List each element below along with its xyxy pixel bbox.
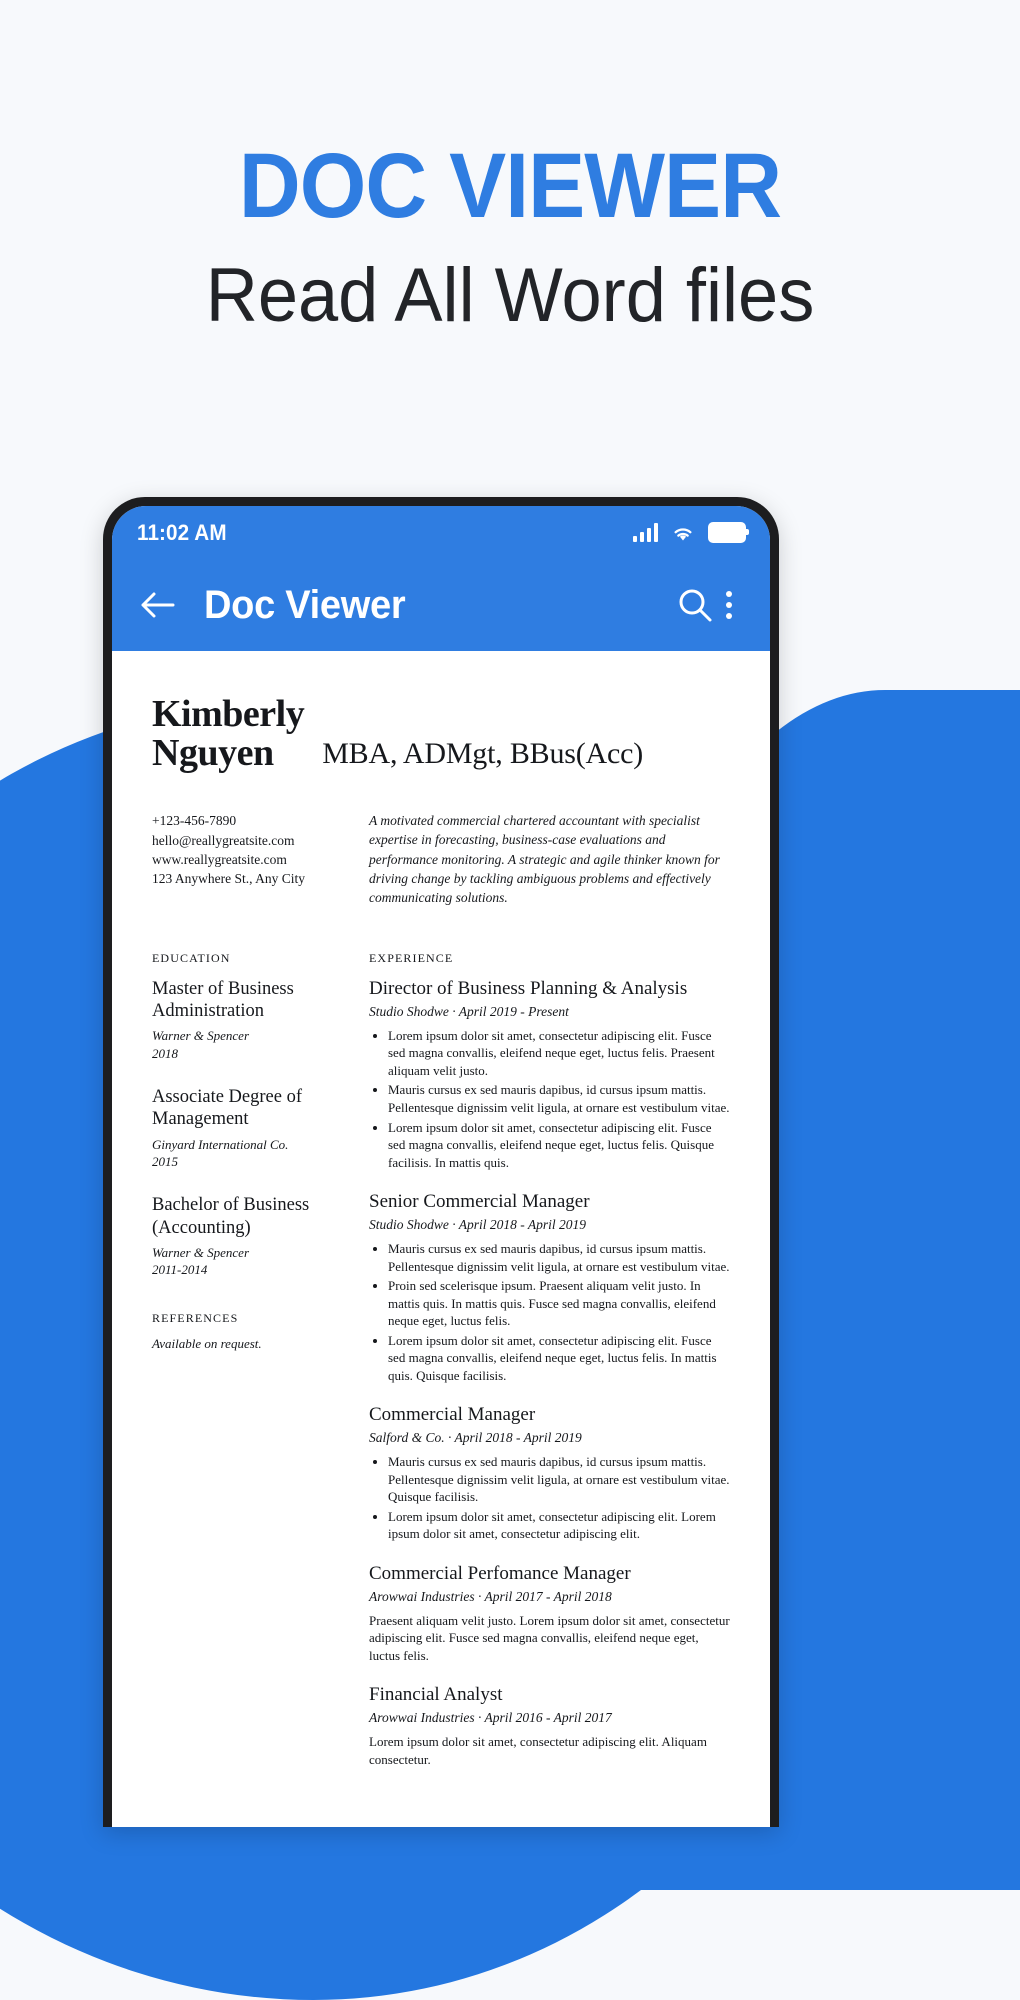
job-title: Financial Analyst [369, 1684, 503, 1706]
education-institution: Warner & Spencer [152, 1028, 250, 1044]
references-section-label: REFERENCES [152, 1310, 239, 1325]
app-bar: Doc Viewer [112, 559, 770, 651]
resume-top-columns: +123-456-7890 hello@reallygreatsite.com … [152, 811, 730, 907]
education-item: Associate Degree of Management Ginyard I… [152, 1086, 337, 1170]
job-paragraph: Lorem ipsum dolor sit amet, consectetur … [369, 1734, 707, 1767]
contact-line: www.reallygreatsite.com [152, 851, 287, 867]
job-title: Senior Commercial Manager [369, 1191, 590, 1213]
experience-item: Senior Commercial Manager Studio Shodwe … [369, 1191, 730, 1384]
education-institution: Warner & Spencer [152, 1244, 250, 1260]
job-meta: Arowwai Industries · April 2016 - April … [369, 1710, 612, 1726]
references-text: Available on request. [152, 1335, 262, 1351]
education-section-label: EDUCATION [152, 951, 231, 966]
signal-icon [632, 523, 658, 542]
education-item: Master of Business Administration Warner… [152, 978, 337, 1062]
contact-line: hello@reallygreatsite.com [152, 832, 295, 848]
battery-icon [708, 522, 749, 543]
back-arrow-icon[interactable] [138, 590, 176, 620]
job-title: Director of Business Planning & Analysis [369, 978, 688, 1000]
job-bullet: Mauris cursus ex sed mauris dapibus, id … [388, 1453, 730, 1506]
job-bullet: Mauris cursus ex sed mauris dapibus, id … [388, 1240, 730, 1275]
experience-column: EXPERIENCE Director of Business Planning… [369, 951, 730, 1788]
promo-subheadline: Read All Word files [205, 252, 815, 338]
contact-block: +123-456-7890 hello@reallygreatsite.com … [152, 811, 337, 907]
education-column: EDUCATION Master of Business Administrat… [152, 951, 337, 1788]
experience-item: Financial Analyst Arowwai Industries · A… [369, 1684, 730, 1768]
promo-headline: DOC VIEWER [238, 135, 782, 237]
phone-screen: 11:02 AM Doc Viewer Kimberly Nguyen MBA,… [112, 506, 770, 1827]
app-bar-title: Doc Viewer [204, 582, 406, 627]
education-institution: Ginyard International Co. [152, 1136, 289, 1152]
education-title: Associate Degree of Management [152, 1087, 302, 1130]
job-bullets: Lorem ipsum dolor sit amet, consectetur … [369, 1027, 730, 1171]
job-meta: Studio Shodwe · April 2018 - April 2019 [369, 1217, 587, 1232]
job-title: Commercial Manager [369, 1404, 536, 1426]
job-meta: Salford & Co. · April 2018 - April 2019 [369, 1430, 582, 1446]
promo-header: DOC VIEWER Read All Word files [0, 0, 1020, 336]
education-year: 2018 [152, 1045, 178, 1061]
education-year: 2015 [152, 1154, 178, 1169]
contact-line: 123 Anywhere St., Any City [152, 871, 306, 887]
resume-header: Kimberly Nguyen MBA, ADMgt, BBus(Acc) [152, 693, 730, 775]
education-title: Master of Business Administration [152, 979, 294, 1022]
job-meta: Studio Shodwe · April 2019 - Present [369, 1003, 569, 1019]
phone-mockup: 11:02 AM Doc Viewer Kimberly Nguyen MBA,… [103, 497, 779, 1827]
status-bar-time: 11:02 AM [137, 519, 227, 545]
resume-name: Kimberly Nguyen [152, 693, 305, 775]
search-icon[interactable] [676, 586, 714, 624]
resume-credentials: MBA, ADMgt, BBus(Acc) [322, 737, 644, 771]
experience-item: Director of Business Planning & Analysis… [369, 978, 730, 1171]
job-bullet: Proin sed scelerisque ipsum. Praesent al… [388, 1277, 730, 1330]
resume-summary: A motivated commercial chartered account… [369, 813, 720, 905]
education-year: 2011-2014 [152, 1262, 208, 1278]
job-bullet: Lorem ipsum dolor sit amet, consectetur … [388, 1332, 730, 1385]
wifi-icon [671, 524, 695, 542]
job-bullet: Lorem ipsum dolor sit amet, consectetur … [388, 1508, 730, 1543]
job-bullet: Lorem ipsum dolor sit amet, consectetur … [388, 1119, 730, 1172]
experience-section-label: EXPERIENCE [369, 951, 454, 966]
job-bullets: Mauris cursus ex sed mauris dapibus, id … [369, 1240, 730, 1384]
education-item: Bachelor of Business (Accounting) Warner… [152, 1194, 337, 1278]
document-viewer[interactable]: Kimberly Nguyen MBA, ADMgt, BBus(Acc) +1… [112, 651, 770, 1827]
job-meta: Arowwai Industries · April 2017 - April … [369, 1588, 612, 1604]
status-bar-icons [632, 522, 749, 543]
experience-item: Commercial Manager Salford & Co. · April… [369, 1404, 730, 1543]
job-paragraph: Praesent aliquam velit justo. Lorem ipsu… [369, 1612, 730, 1663]
job-bullet: Lorem ipsum dolor sit amet, consectetur … [388, 1027, 730, 1080]
job-title: Commercial Perfomance Manager [369, 1562, 631, 1584]
experience-item: Commercial Perfomance Manager Arowwai In… [369, 1563, 730, 1664]
job-bullet: Mauris cursus ex sed mauris dapibus, id … [388, 1081, 730, 1116]
resume-main-columns: EDUCATION Master of Business Administrat… [152, 951, 730, 1788]
job-bullets: Mauris cursus ex sed mauris dapibus, id … [369, 1453, 730, 1543]
education-title: Bachelor of Business (Accounting) [152, 1195, 310, 1238]
overflow-menu-icon[interactable] [714, 585, 744, 625]
status-bar: 11:02 AM [112, 506, 770, 559]
contact-line: +123-456-7890 [152, 813, 237, 829]
